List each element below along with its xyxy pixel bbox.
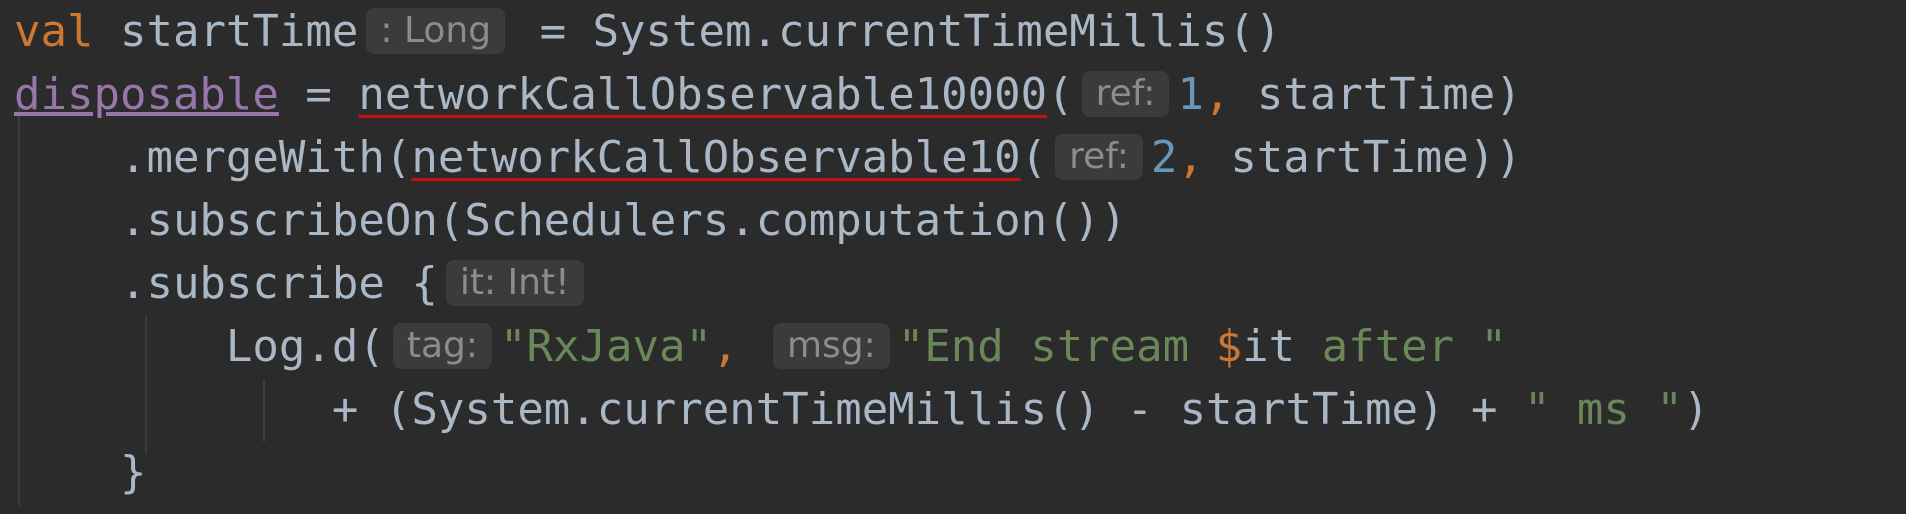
unresolved-reference[interactable]: networkCallObservable10 <box>411 132 1020 183</box>
code-token[interactable]: .subscribe { <box>14 258 438 309</box>
code-token[interactable]: .subscribeOn(Schedulers.computation()) <box>14 195 1127 246</box>
parameter-hint: ref: <box>1055 134 1143 180</box>
parameter-hint: it: Int! <box>445 260 584 306</box>
code-token[interactable]: , <box>1204 69 1231 120</box>
code-token[interactable]: disposable <box>14 69 279 120</box>
code-token[interactable]: val <box>14 6 93 57</box>
parameter-hint: tag: <box>392 323 493 369</box>
code-line[interactable]: Log.d(tag: "RxJava", msg: "End stream $it … <box>14 315 1507 378</box>
code-line[interactable]: .subscribeOn(Schedulers.computation()) <box>14 189 1127 252</box>
code-token[interactable]: ( <box>1047 69 1074 120</box>
code-token[interactable]: } <box>14 447 147 498</box>
code-token[interactable]: Log.d( <box>14 321 385 372</box>
code-line[interactable]: } <box>14 441 147 504</box>
code-token[interactable]: "End stream <box>898 321 1216 372</box>
code-token[interactable]: = System.currentTimeMillis() <box>513 6 1282 57</box>
code-token[interactable]: ) <box>1683 384 1710 435</box>
code-token[interactable]: 2 <box>1151 132 1178 183</box>
code-token[interactable]: 1 <box>1177 69 1204 120</box>
code-token[interactable]: startTime <box>93 6 358 57</box>
unresolved-reference[interactable]: networkCallObservable10000 <box>358 69 1047 120</box>
code-line[interactable]: .mergeWith(networkCallObservable10(ref: 2… <box>14 126 1522 189</box>
code-token[interactable]: " ms " <box>1524 384 1683 435</box>
code-token[interactable]: = <box>279 69 358 120</box>
code-line[interactable]: val startTime: Long = System.currentTime… <box>14 0 1281 63</box>
code-line[interactable]: disposable = networkCallObservable10000(… <box>14 63 1522 126</box>
parameter-hint: msg: <box>772 323 890 369</box>
code-editor[interactable]: val startTime: Long = System.currentTime… <box>0 0 1906 514</box>
code-token[interactable]: it <box>1242 321 1295 372</box>
code-token[interactable]: ( <box>1021 132 1048 183</box>
code-token[interactable]: "RxJava" <box>500 321 712 372</box>
code-token[interactable]: .mergeWith( <box>14 132 411 183</box>
code-token[interactable]: , <box>1177 132 1204 183</box>
code-token[interactable]: startTime)) <box>1204 132 1521 183</box>
parameter-hint: ref: <box>1081 71 1170 117</box>
code-token[interactable]: $ <box>1216 321 1243 372</box>
code-token[interactable]: , <box>712 321 765 372</box>
code-line[interactable]: .subscribe {it: Int! <box>14 252 592 315</box>
code-token[interactable]: after " <box>1295 321 1507 372</box>
code-line[interactable]: + (System.currentTimeMillis() - startTim… <box>14 378 1710 441</box>
code-token[interactable]: startTime) <box>1230 69 1522 120</box>
parameter-hint: : Long <box>366 8 506 54</box>
code-token[interactable]: + (System.currentTimeMillis() - startTim… <box>14 384 1524 435</box>
